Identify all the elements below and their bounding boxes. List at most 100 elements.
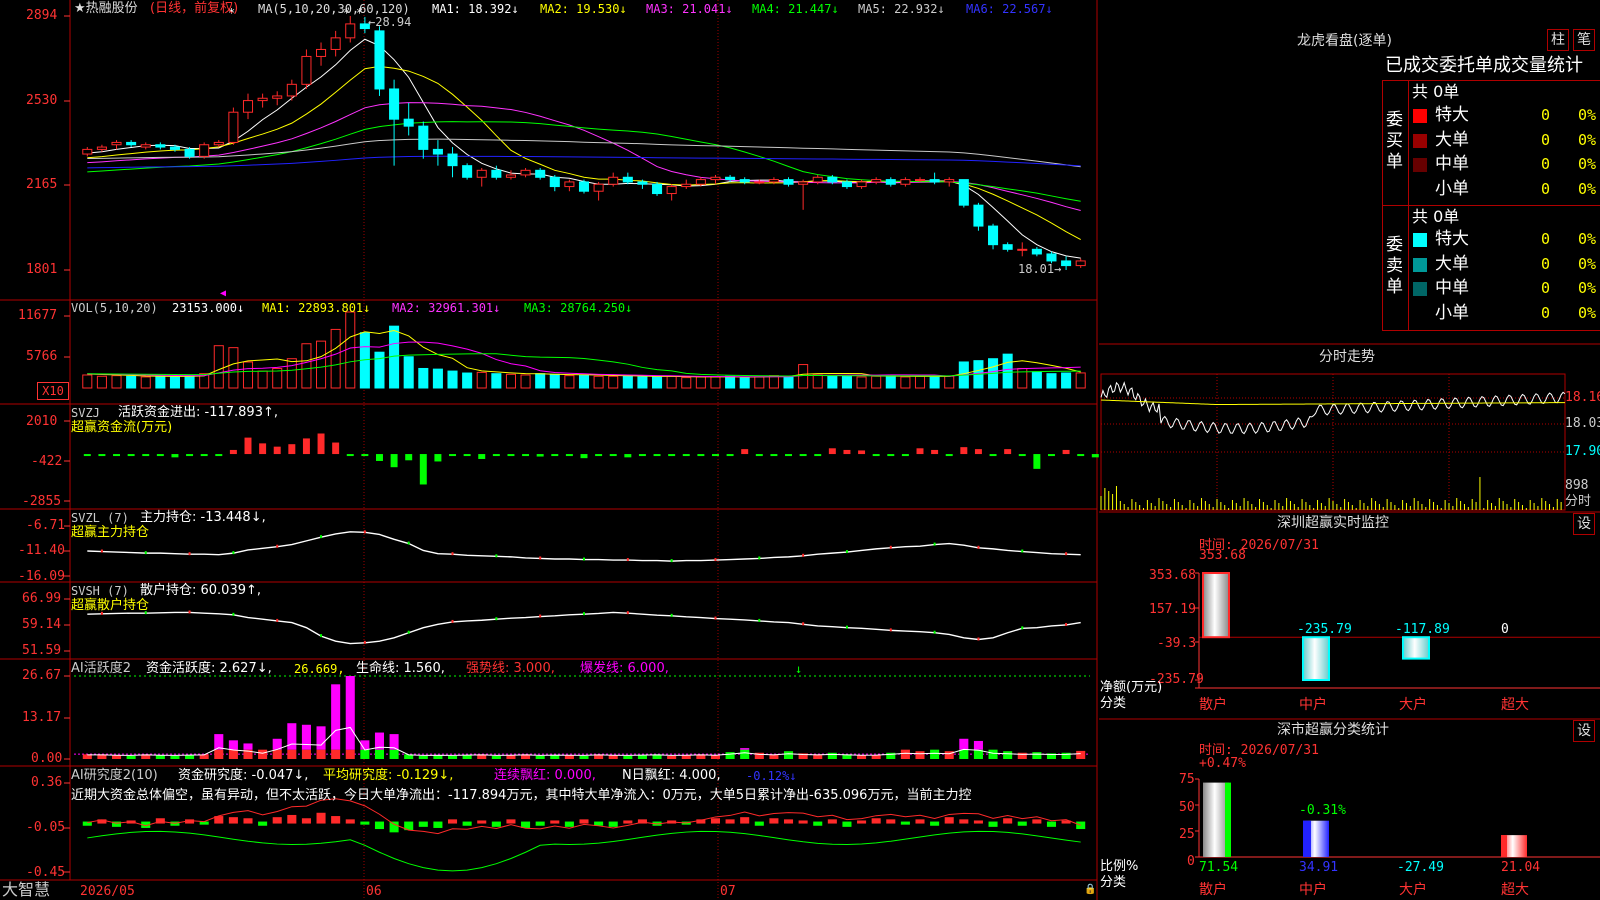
retail-holding-line-tick	[933, 630, 936, 634]
fund-flow-bar	[1077, 454, 1085, 457]
ytick-svzj: -2855	[22, 494, 62, 509]
research-bar	[418, 821, 428, 827]
order-color-swatch	[1413, 282, 1427, 296]
candle	[242, 100, 254, 113]
volume-bar	[593, 375, 604, 389]
ss-settings-button[interactable]: 设	[1573, 720, 1595, 742]
candle	[695, 179, 706, 185]
fund-flow-bar	[478, 454, 486, 459]
low-price-label: 18.01→	[1018, 262, 1062, 276]
candle	[812, 176, 823, 183]
fund-flow-bar	[361, 454, 369, 457]
fund-flow-bar	[375, 454, 383, 461]
svzj-subtitle: 超赢资金流(万元)	[71, 420, 173, 435]
vol-ma3: MA3: 28764.250↓	[524, 301, 633, 315]
svzl-value: 主力持仓: -13.448↓,	[140, 510, 266, 525]
fund-flow-bar	[317, 433, 325, 455]
research-bar	[1046, 821, 1057, 827]
research-bar	[287, 814, 297, 824]
activity-bar-base	[667, 755, 677, 759]
candle	[316, 48, 327, 57]
candle	[666, 186, 677, 195]
sell-side-label: 委卖单	[1386, 235, 1403, 297]
fund-flow-bar	[449, 454, 457, 457]
research-bar	[973, 820, 983, 824]
period-label[interactable]: (日线，前复权)	[150, 1, 238, 16]
volume-bar	[929, 376, 940, 389]
activity-bar-burst	[345, 676, 355, 750]
research-bar	[1003, 818, 1013, 824]
ss-title: 深市超赢分类统计	[1277, 722, 1389, 738]
activity-bar-base	[155, 755, 165, 759]
main-holding-line-tick	[670, 559, 673, 563]
fund-flow-bar	[346, 454, 354, 457]
fund-flow-bar	[288, 444, 296, 455]
ai2-title: AI研究度2(10)	[71, 768, 158, 783]
ss-stats-panel: 深市超赢分类统计 设 时间: 2026/07/31 75 50 25 0 比例%…	[1099, 719, 1600, 900]
candle	[988, 225, 999, 246]
research-bar	[769, 818, 779, 824]
activity-bar-base	[258, 749, 268, 759]
ss-category: 大户	[1399, 882, 1427, 898]
sz-settings-button[interactable]: 设	[1573, 513, 1595, 535]
order-color-swatch	[1413, 233, 1427, 247]
ytick-svzl: -11.40	[18, 543, 65, 558]
fund-flow-bar	[682, 454, 690, 457]
fund-flow-bar	[858, 450, 866, 455]
main-chart-area[interactable]: * * * ◀ ↓ ★热融股份 (日线，前复权) MA(5,10,20,30,60,12…	[0, 0, 1099, 900]
ytick-ai2: -0.05	[26, 820, 66, 835]
lock-icon[interactable]: 🔒	[1084, 884, 1096, 895]
fund-flow-bar	[302, 438, 310, 455]
order-percent: 0%	[1578, 180, 1597, 197]
candle	[82, 148, 93, 155]
volume-bar	[432, 368, 443, 389]
candle	[257, 97, 268, 102]
tick-mode-button[interactable]: 笔	[1573, 29, 1595, 51]
volume-bar	[900, 376, 911, 389]
order-percent: 0%	[1578, 255, 1597, 272]
retail-holding-line-tick	[1065, 622, 1068, 626]
ma-line-2	[87, 65, 1081, 240]
research-bar	[228, 817, 238, 824]
candle	[213, 141, 224, 146]
candle	[564, 181, 575, 188]
ai1-lifeline: 生命线: 1.560,	[356, 661, 445, 676]
fund-flow-bar	[828, 448, 836, 455]
research-bar	[550, 820, 560, 824]
fund-flow-bar	[1062, 449, 1070, 455]
activity-bar-base	[930, 749, 940, 759]
candle	[447, 153, 458, 167]
ss-ytick: 75	[1179, 772, 1195, 787]
buy-divider	[1408, 80, 1409, 331]
candle	[432, 148, 443, 155]
main-holding-line-tick	[495, 554, 498, 558]
research-bar	[345, 819, 355, 824]
candle	[622, 176, 633, 183]
main-holding-line-tick	[845, 550, 848, 554]
volume-bar	[725, 375, 736, 389]
volume-bar	[944, 375, 955, 389]
candle	[798, 181, 809, 185]
volume-bar	[768, 375, 779, 389]
fund-flow-bar	[609, 454, 617, 457]
intraday-panel[interactable]: 分时走势 18.16 18.03 17.90 898 分时	[1099, 344, 1600, 512]
volume-bar	[637, 376, 648, 389]
ytick-svsh: 59.14	[22, 617, 62, 632]
sz-bar-value: 353.68	[1199, 548, 1246, 563]
volume-bar	[286, 358, 297, 389]
candle	[286, 83, 297, 97]
fund-flow-bar	[507, 454, 515, 457]
candle	[301, 55, 312, 85]
research-bar	[623, 820, 633, 824]
activity-bar-base	[301, 749, 311, 759]
retail-holding-line-tick	[977, 637, 980, 641]
volume-bar	[695, 376, 706, 389]
intraday-ytick: 18.16	[1565, 390, 1600, 405]
activity-bar-base	[331, 749, 341, 759]
xaxis-label: 07	[720, 884, 736, 899]
fund-flow-bar	[522, 454, 530, 457]
activity-bar-base	[681, 755, 691, 759]
bar-mode-button[interactable]: 柱	[1547, 29, 1569, 51]
order-color-swatch	[1413, 158, 1427, 172]
svzj-title: SVZJ	[71, 406, 100, 420]
